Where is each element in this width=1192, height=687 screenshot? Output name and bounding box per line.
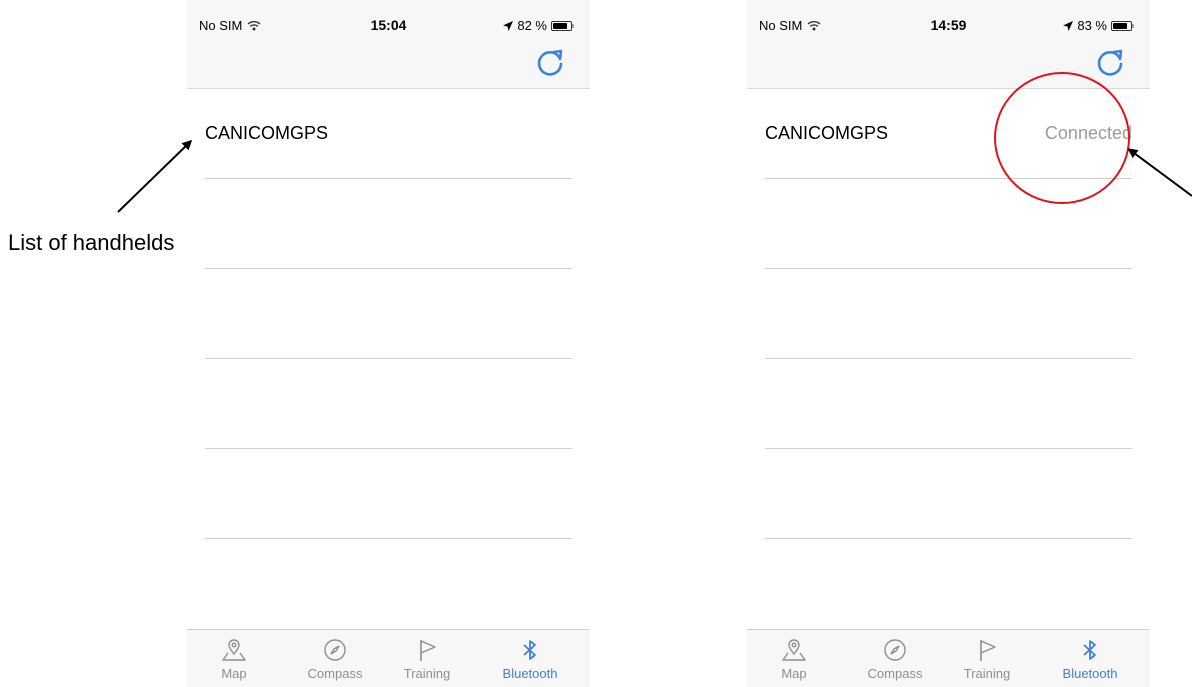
tab-compass[interactable]: Compass <box>850 638 940 681</box>
tab-bluetooth[interactable]: Bluetooth <box>485 638 575 681</box>
list-item-empty <box>765 269 1132 359</box>
list-item-empty <box>765 359 1132 449</box>
status-bar: No SIM 14:59 83 % <box>747 0 1150 44</box>
list-item-empty <box>205 449 572 539</box>
phone-screen-right: No SIM 14:59 83 % CANICOMGPS Connected M… <box>747 0 1150 687</box>
status-bar: No SIM 15:04 82 % <box>187 0 590 44</box>
tab-compass[interactable]: Compass <box>290 638 380 681</box>
device-list: CANICOMGPS <box>205 89 572 539</box>
device-name: CANICOMGPS <box>205 123 329 143</box>
tab-training[interactable]: Training <box>382 638 472 681</box>
flag-icon <box>420 640 436 661</box>
tab-map[interactable]: Map <box>189 638 279 681</box>
battery-icon <box>551 20 574 31</box>
compass-icon <box>324 639 346 661</box>
tab-map[interactable]: Map <box>749 638 839 681</box>
map-pin-icon <box>782 639 806 661</box>
list-item-empty <box>205 269 572 359</box>
nav-header: No SIM 15:04 82 % <box>187 0 590 89</box>
bluetooth-icon <box>523 640 536 660</box>
annotation-label: List of handhelds <box>8 230 175 255</box>
flag-icon <box>980 640 996 661</box>
location-arrow-icon <box>1063 20 1074 31</box>
battery-percent: 83 % <box>1077 18 1107 33</box>
tab-bar: Map Compass Training Bluetooth <box>187 629 590 687</box>
list-item-empty <box>765 449 1132 539</box>
list-item-empty <box>765 179 1132 269</box>
tab-bluetooth[interactable]: Bluetooth <box>1045 638 1135 681</box>
battery-percent: 82 % <box>517 18 547 33</box>
phone-screen-left: No SIM 15:04 82 % CANICOMGPS Map Compass… <box>187 0 590 687</box>
map-pin-icon <box>222 639 246 661</box>
list-item[interactable]: CANICOMGPS Connected <box>765 89 1132 179</box>
device-name: CANICOMGPS <box>765 123 889 143</box>
refresh-icon[interactable] <box>534 48 566 80</box>
device-status: Connected <box>1044 123 1132 143</box>
list-item[interactable]: CANICOMGPS <box>205 89 572 179</box>
tab-bar: Map Compass Training Bluetooth <box>747 629 1150 687</box>
nav-header: No SIM 14:59 83 % <box>747 0 1150 89</box>
annotation-arrow-left <box>117 139 193 213</box>
location-arrow-icon <box>503 20 514 31</box>
tab-training[interactable]: Training <box>942 638 1032 681</box>
refresh-icon[interactable] <box>1094 48 1126 80</box>
bluetooth-icon <box>1083 640 1096 660</box>
list-item-empty <box>205 359 572 449</box>
device-list: CANICOMGPS Connected <box>765 89 1132 539</box>
battery-icon <box>1111 20 1134 31</box>
list-item-empty <box>205 179 572 269</box>
compass-icon <box>884 639 906 661</box>
